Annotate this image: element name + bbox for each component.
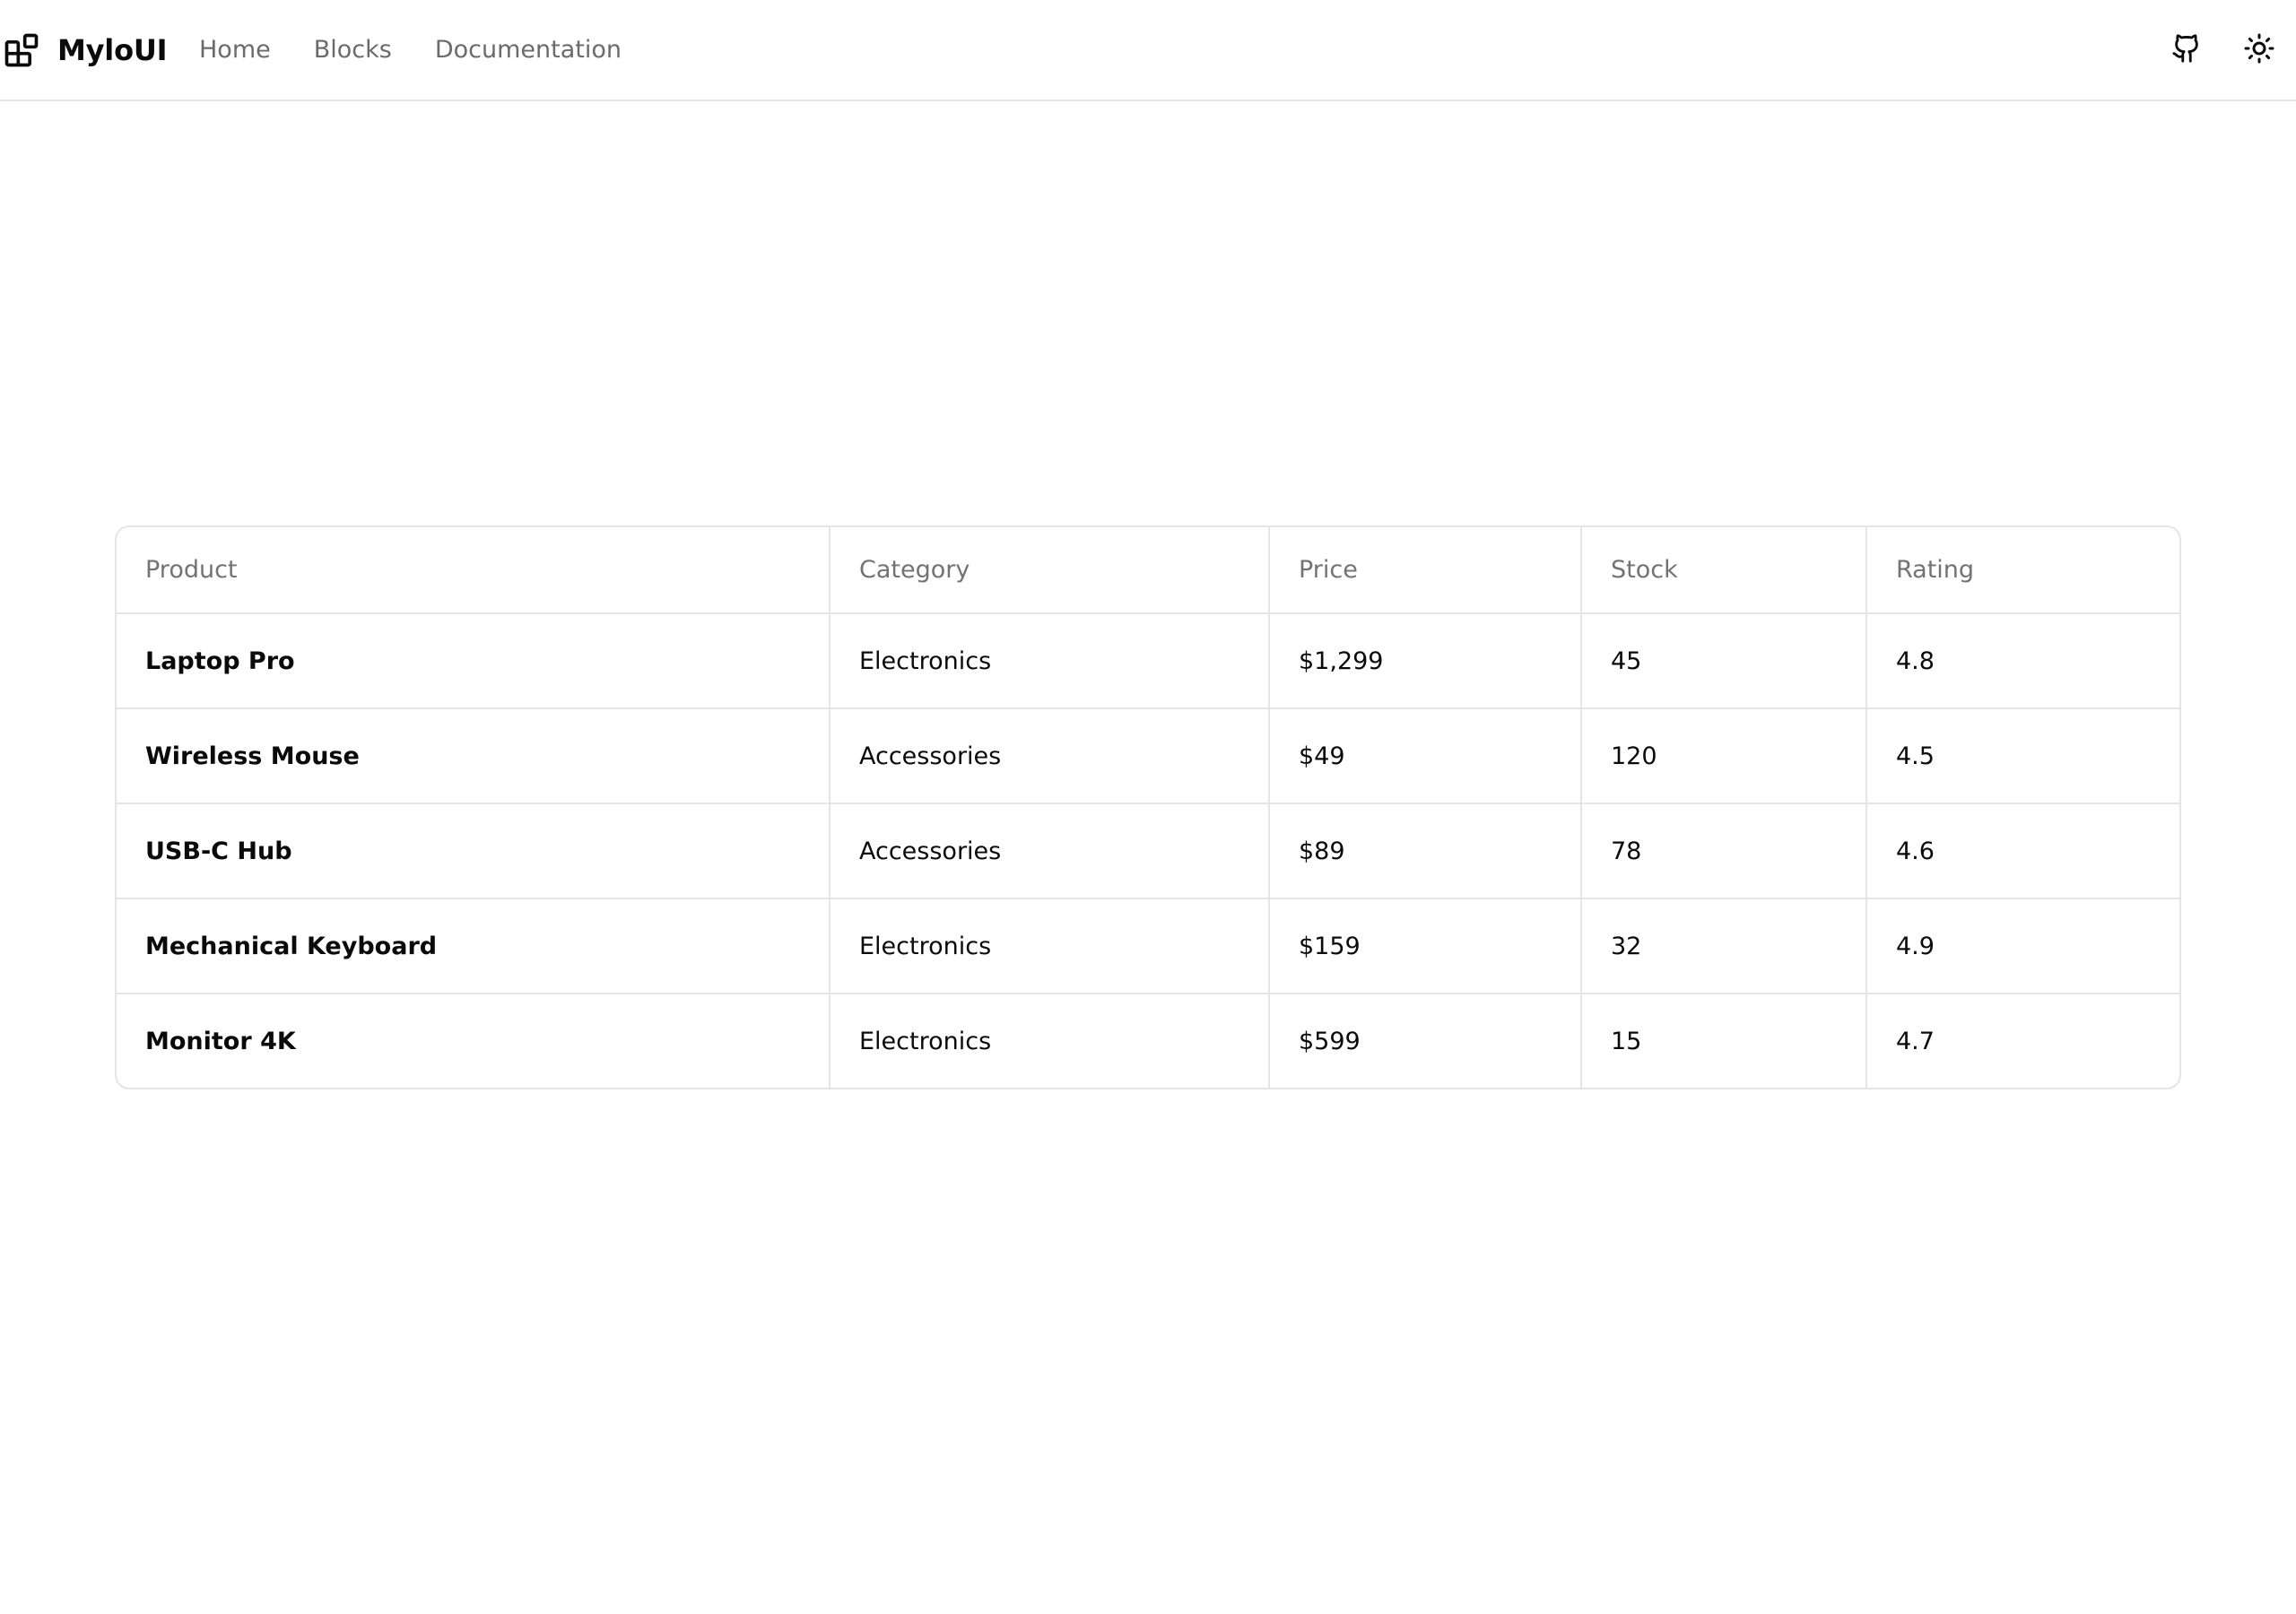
cell-rating: 4.7 <box>1896 1028 1935 1055</box>
brand-name: MyloUI <box>57 32 168 67</box>
products-table: Product Category Price Stock Rating Lapt… <box>117 527 2179 1088</box>
cell-product: Mechanical Keyboard <box>117 898 831 994</box>
cell-stock: 120 <box>1581 708 1867 803</box>
cell-price: $1,299 <box>1269 613 1582 708</box>
column-header-category: Category <box>830 527 1270 613</box>
cell-rating: 4.5 <box>1896 742 1935 770</box>
blocks-logo-icon <box>2 30 41 70</box>
cell-stock: 32 <box>1581 898 1867 994</box>
column-header-product: Product <box>117 527 831 613</box>
cell-category: Accessories <box>830 803 1270 898</box>
products-table-container: Product Category Price Stock Rating Lapt… <box>115 525 2181 1089</box>
github-button[interactable] <box>2165 29 2208 72</box>
table-row: Mechanical Keyboard Electronics $159 32 … <box>117 898 2179 994</box>
cell-product: Monitor 4K <box>117 994 831 1088</box>
table-row: USB-C Hub Accessories $89 78 4.6 <box>117 803 2179 898</box>
cell-rating: 4.8 <box>1896 646 1935 675</box>
cell-category: Electronics <box>830 994 1270 1088</box>
table-body: Laptop Pro Electronics $1,299 45 4.8 Wir… <box>117 613 2179 1088</box>
cell-price: $49 <box>1269 708 1582 803</box>
cell-price: $159 <box>1269 898 1582 994</box>
cell-rating: 4.9 <box>1896 932 1935 960</box>
cell-product: USB-C Hub <box>117 803 831 898</box>
nav-blocks[interactable]: Blocks <box>314 36 392 64</box>
cell-stock: 15 <box>1581 994 1867 1088</box>
table-row: Monitor 4K Electronics $599 15 4.7 <box>117 994 2179 1088</box>
cell-category: Electronics <box>830 898 1270 994</box>
column-header-rating: Rating <box>1896 556 1975 584</box>
brand-link[interactable]: MyloUI <box>0 0 168 100</box>
cell-stock: 78 <box>1581 803 1867 898</box>
column-header-stock: Stock <box>1581 527 1867 613</box>
cell-category: Accessories <box>830 708 1270 803</box>
cell-price: $89 <box>1269 803 1582 898</box>
table-row: Wireless Mouse Accessories $49 120 4.5 <box>117 708 2179 803</box>
nav-documentation[interactable]: Documentation <box>435 36 622 64</box>
cell-product: Wireless Mouse <box>117 708 831 803</box>
cell-rating: 4.6 <box>1896 837 1935 865</box>
nav-home[interactable]: Home <box>199 36 271 64</box>
table-header: Product Category Price Stock Rating <box>117 527 2179 613</box>
sun-icon <box>2243 32 2275 68</box>
column-header-price: Price <box>1269 527 1582 613</box>
cell-price: $599 <box>1269 994 1582 1088</box>
main-nav: Home Blocks Documentation <box>199 0 665 100</box>
table-header-row: Product Category Price Stock Rating <box>117 527 2179 613</box>
cell-product: Laptop Pro <box>117 613 831 708</box>
cell-stock: 45 <box>1581 613 1867 708</box>
table-row: Laptop Pro Electronics $1,299 45 4.8 <box>117 613 2179 708</box>
theme-toggle-button[interactable] <box>2238 29 2281 72</box>
top-navbar: MyloUI Home Blocks Documentation <box>0 0 2296 101</box>
cell-category: Electronics <box>830 613 1270 708</box>
github-icon <box>2171 33 2202 67</box>
